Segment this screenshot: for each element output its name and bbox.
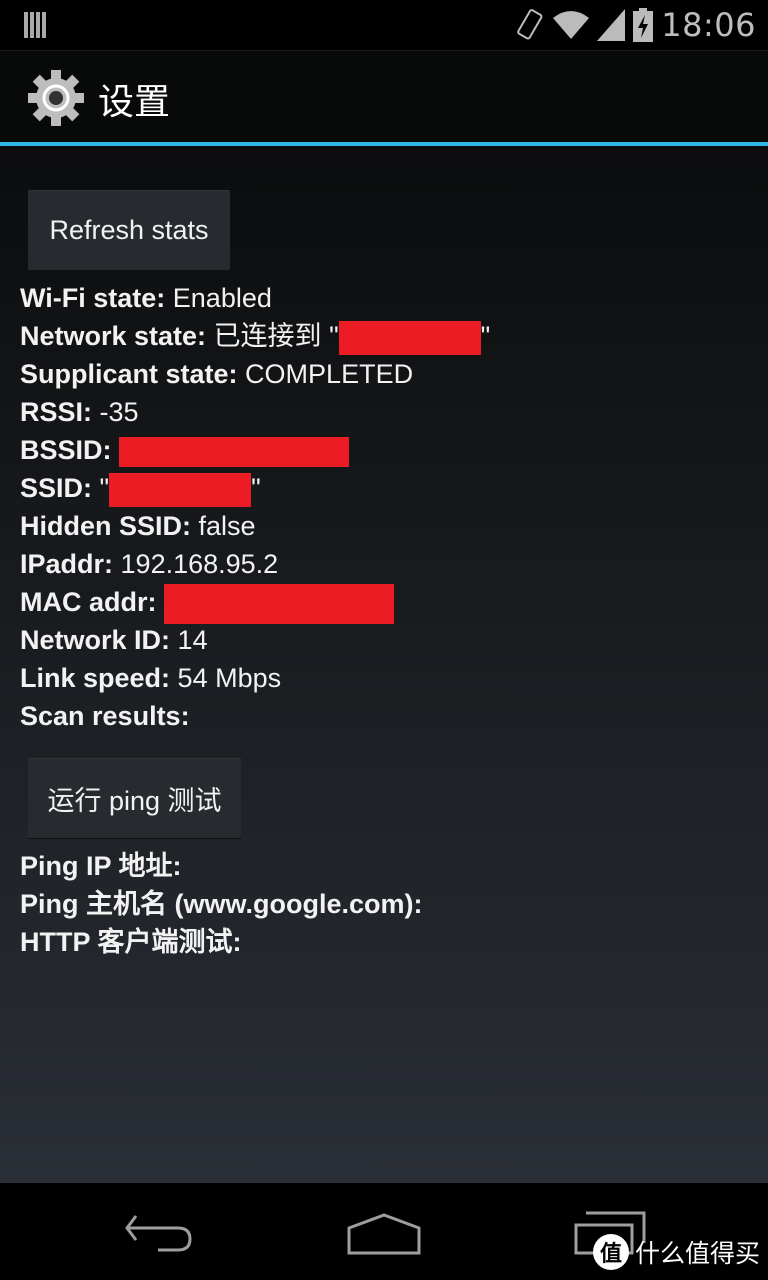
stat-label: MAC addr: <box>20 587 157 618</box>
stat-row: Supplicant state: COMPLETED <box>20 356 413 392</box>
page-title: 设置 <box>98 82 171 123</box>
stat-value: 192.168.95.2 <box>120 549 279 579</box>
stat-value-suffix: " <box>480 321 491 351</box>
gear-icon[interactable] <box>26 68 86 128</box>
stat-row: RSSI: -35 <box>20 394 139 430</box>
stat-row: Wi-Fi state: Enabled <box>20 280 272 316</box>
stat-label: Link speed: <box>20 663 171 693</box>
redacted-block <box>338 320 481 355</box>
ping-result-row: HTTP 客户端测试: <box>20 924 242 960</box>
battery-charging-icon <box>633 8 654 42</box>
stat-label: RSSI: <box>20 397 93 427</box>
clock: 18:06 <box>661 6 756 44</box>
stat-label: Network ID: <box>20 625 171 655</box>
stat-label: Hidden SSID: <box>20 511 192 541</box>
stat-row: Link speed: 54 Mbps <box>20 660 281 696</box>
action-bar: 设置 <box>0 50 768 144</box>
stat-row: MAC addr: <box>20 584 395 624</box>
ping-result-row: Ping IP 地址: <box>20 848 182 884</box>
stat-value: Enabled <box>172 283 272 313</box>
stat-value-suffix: " <box>251 473 261 503</box>
stat-value: false <box>198 511 256 541</box>
stat-value: -35 <box>99 397 139 427</box>
watermark: 值 什么值得买 <box>592 1234 760 1270</box>
vibrate-icon <box>517 9 543 40</box>
notification-bars-icon <box>24 12 46 38</box>
ping-result-label: Ping IP 地址: <box>20 851 182 881</box>
refresh-stats-button[interactable]: Refresh stats <box>28 190 230 270</box>
stat-value: 14 <box>177 625 208 655</box>
stat-row: Scan results: <box>20 698 190 734</box>
content-area: Refresh stats Wi-Fi state: Enabled Networ… <box>0 146 768 1183</box>
stat-row: SSID: " " <box>20 470 261 507</box>
back-icon[interactable] <box>124 1213 196 1253</box>
stat-label: SSID: <box>20 473 93 503</box>
stat-label: BSSID: <box>20 435 112 465</box>
stat-row: Hidden SSID: false <box>20 508 256 544</box>
stat-label: IPaddr: <box>20 549 114 579</box>
stat-label: Network state: <box>20 321 207 351</box>
watermark-logo-icon: 值 <box>592 1234 629 1270</box>
ping-result-label: Ping 主机名 (www.google.com): <box>20 889 423 919</box>
stat-row: IPaddr: 192.168.95.2 <box>20 546 278 582</box>
redacted-block <box>119 436 350 467</box>
redacted-block <box>164 584 395 624</box>
home-icon[interactable] <box>346 1213 422 1255</box>
stat-value: COMPLETED <box>245 359 414 389</box>
stat-value: 54 Mbps <box>177 663 282 693</box>
stat-label: Supplicant state: <box>20 359 238 389</box>
stat-row: Network ID: 14 <box>20 622 208 658</box>
stat-label: Scan results: <box>20 701 190 731</box>
watermark-text: 什么值得买 <box>634 1239 760 1268</box>
stat-label: Wi-Fi state: <box>20 283 166 313</box>
stat-value: " <box>99 473 110 503</box>
stat-row: Network state: 已连接到 " " <box>20 318 491 355</box>
signal-icon <box>597 9 626 41</box>
redacted-block <box>109 472 252 507</box>
run-ping-test-button[interactable]: 运行 ping 测试 <box>28 758 241 838</box>
ping-result-row: Ping 主机名 (www.google.com): <box>20 886 422 922</box>
stat-row: BSSID: <box>20 432 350 468</box>
ping-result-label: HTTP 客户端测试: <box>20 927 242 957</box>
wifi-icon <box>553 11 590 39</box>
status-bar: 18:06 <box>0 0 768 50</box>
stat-value: 已连接到 " <box>213 321 339 351</box>
